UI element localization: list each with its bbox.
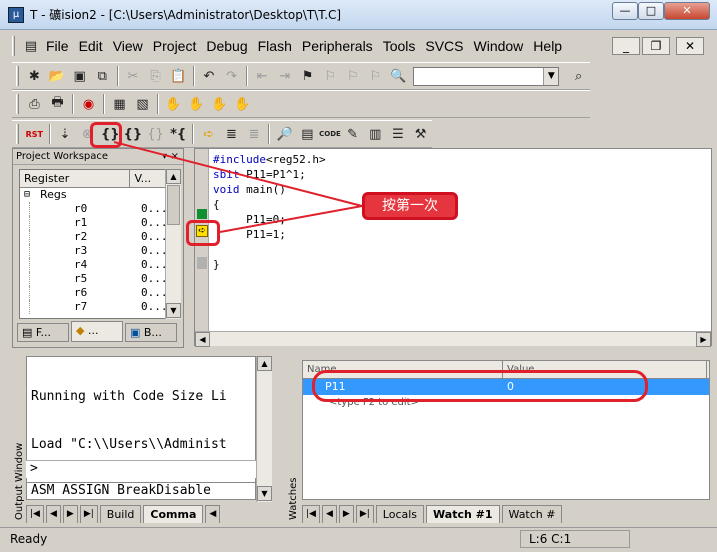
annotation-arrows bbox=[113, 141, 363, 233]
annotation-line-2 bbox=[219, 205, 363, 233]
annotation-callout: 按第一次 bbox=[362, 192, 458, 220]
annotation-line-1 bbox=[113, 141, 363, 207]
